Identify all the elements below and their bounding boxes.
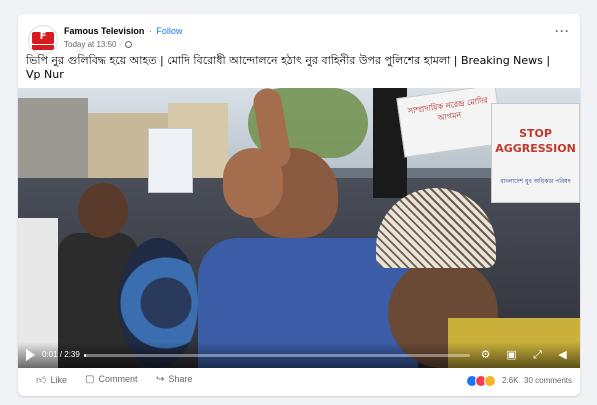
settings-gear-icon[interactable]: ⚙ [479, 348, 492, 361]
protest-sign-stop-subtext: বাংলাদেশ যুব অধিকার পরিষদ [500, 178, 571, 185]
avatar-letter: F [39, 31, 47, 42]
picture-in-picture-icon[interactable]: ▣ [505, 348, 518, 361]
header-separator: · [148, 26, 152, 36]
thumbs-up-icon: 👍︎ [36, 375, 47, 386]
fullscreen-icon[interactable]: ⤢ [531, 348, 544, 361]
share-button[interactable]: ↪ Share [156, 374, 192, 385]
protest-sign-small [148, 128, 193, 193]
like-button[interactable]: 👍︎ Like [36, 374, 67, 386]
comments-count[interactable]: 30 comments [524, 376, 572, 385]
post-timestamp[interactable]: Today at 13:50 [64, 40, 116, 49]
comment-button[interactable]: ▢ Comment [85, 374, 137, 385]
meta-separator: · [118, 40, 122, 49]
video-controls: 0:01 / 2:39 ⚙ ▣ ⤢ ◀ [18, 342, 580, 368]
volume-icon[interactable]: ◀ [556, 348, 569, 361]
play-icon[interactable] [26, 349, 35, 361]
follow-button[interactable]: Follow [156, 26, 182, 36]
share-icon: ↪ [156, 374, 165, 385]
page-avatar[interactable]: F [28, 25, 58, 55]
more-options-icon[interactable]: ··· [555, 24, 570, 38]
video-scene-person-head [78, 183, 128, 238]
video-progress-fill [84, 354, 87, 357]
comment-label: Comment [98, 374, 138, 384]
globe-icon [124, 41, 132, 48]
protest-sign-stop-text: STOP AGGRESSION [495, 127, 576, 155]
post-actions: 👍︎ Like ▢ Comment ↪ Share 2.6K 30 comments [18, 370, 580, 394]
video-player[interactable]: সাম্প্রদায়িক নরেন্দ্র মোদির আগমন STOP A… [18, 88, 580, 368]
share-label: Share [168, 374, 193, 384]
post-card: F Famous Television · Follow Today at 13… [18, 14, 580, 396]
reaction-icons[interactable] [466, 375, 498, 387]
protest-sign-stop: STOP AGGRESSION বাংলাদেশ যুব অধিকার পরিষ… [491, 103, 580, 203]
video-progress-bar[interactable] [84, 354, 470, 357]
video-time: 0:01 / 2:39 [42, 350, 80, 359]
reaction-count[interactable]: 2.6K [502, 376, 518, 385]
post-header: Famous Television · Follow [64, 26, 182, 36]
haha-reaction-icon [484, 375, 496, 387]
post-meta: Today at 13:50 · [64, 40, 132, 49]
avatar-logo-bottom [32, 45, 54, 50]
video-scene-fist [223, 148, 283, 218]
page-name-link[interactable]: Famous Television [64, 26, 144, 36]
like-label: Like [50, 375, 67, 385]
post-text: ভিপি নুর গুলিবিদ্ধ হয়ে আহত | মোদি বিরোধ… [26, 54, 551, 81]
comment-icon: ▢ [85, 374, 95, 385]
